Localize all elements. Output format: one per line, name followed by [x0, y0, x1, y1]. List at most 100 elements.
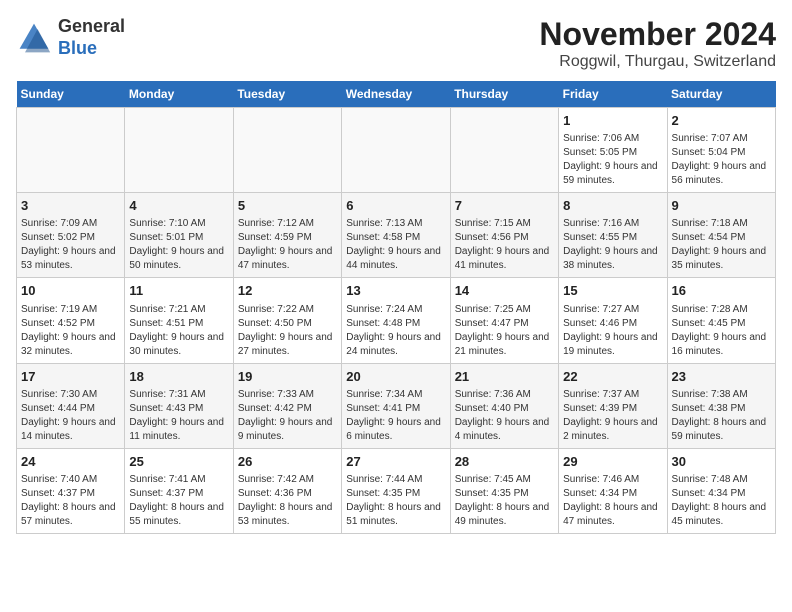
day-info: Sunrise: 7:38 AM Sunset: 4:38 PM Dayligh…	[672, 388, 771, 444]
calendar-cell: 9Sunrise: 7:18 AM Sunset: 4:54 PM Daylig…	[667, 193, 775, 278]
day-number: 11	[129, 282, 228, 300]
logo-blue: Blue	[58, 38, 125, 60]
day-info: Sunrise: 7:06 AM Sunset: 5:05 PM Dayligh…	[563, 132, 662, 188]
day-info: Sunrise: 7:15 AM Sunset: 4:56 PM Dayligh…	[455, 217, 554, 273]
weekday-header-tuesday: Tuesday	[233, 81, 341, 108]
day-number: 1	[563, 112, 662, 130]
calendar-cell: 1 Sunrise: 7:06 AM Sunset: 5:05 PM Daylig…	[559, 108, 667, 193]
day-number: 17	[21, 368, 120, 386]
day-number: 28	[455, 453, 554, 471]
weekday-header-saturday: Saturday	[667, 81, 775, 108]
calendar-week-row: 3Sunrise: 7:09 AM Sunset: 5:02 PM Daylig…	[17, 193, 776, 278]
calendar-week-row: 1 Sunrise: 7:06 AM Sunset: 5:05 PM Daylig…	[17, 108, 776, 193]
day-info: Sunrise: 7:27 AM Sunset: 4:46 PM Dayligh…	[563, 303, 662, 359]
logo: General Blue	[16, 16, 125, 59]
weekday-header-row: SundayMondayTuesdayWednesdayThursdayFrid…	[17, 81, 776, 108]
calendar-cell	[450, 108, 558, 193]
weekday-header-thursday: Thursday	[450, 81, 558, 108]
day-number: 7	[455, 197, 554, 215]
day-number: 19	[238, 368, 337, 386]
day-info: Sunrise: 7:28 AM Sunset: 4:45 PM Dayligh…	[672, 303, 771, 359]
day-info: Sunrise: 7:12 AM Sunset: 4:59 PM Dayligh…	[238, 217, 337, 273]
day-number: 24	[21, 453, 120, 471]
calendar-cell: 24 Sunrise: 7:40 AM Sunset: 4:37 PM Dayli…	[17, 448, 125, 533]
calendar-cell: 25 Sunrise: 7:41 AM Sunset: 4:37 PM Dayli…	[125, 448, 233, 533]
day-info: Sunrise: 7:34 AM Sunset: 4:41 PM Dayligh…	[346, 388, 445, 444]
calendar-cell: 5 Sunrise: 7:12 AM Sunset: 4:59 PM Daylig…	[233, 193, 341, 278]
day-info: Sunrise: 7:46 AM Sunset: 4:34 PM Dayligh…	[563, 473, 662, 529]
day-info: Sunrise: 7:13 AM Sunset: 4:58 PM Dayligh…	[346, 217, 445, 273]
day-info: Sunrise: 7:25 AM Sunset: 4:47 PM Dayligh…	[455, 303, 554, 359]
calendar-header: SundayMondayTuesdayWednesdayThursdayFrid…	[17, 81, 776, 108]
day-info: Sunrise: 7:48 AM Sunset: 4:34 PM Dayligh…	[672, 473, 771, 529]
calendar-cell: 30 Sunrise: 7:48 AM Sunset: 4:34 PM Dayli…	[667, 448, 775, 533]
day-number: 23	[672, 368, 771, 386]
day-number: 5	[238, 197, 337, 215]
calendar-cell: 29 Sunrise: 7:46 AM Sunset: 4:34 PM Dayli…	[559, 448, 667, 533]
calendar-cell: 13 Sunrise: 7:24 AM Sunset: 4:48 PM Dayli…	[342, 278, 450, 363]
calendar-cell: 20 Sunrise: 7:34 AM Sunset: 4:41 PM Dayli…	[342, 363, 450, 448]
day-number: 2	[672, 112, 771, 130]
calendar-cell: 3Sunrise: 7:09 AM Sunset: 5:02 PM Daylig…	[17, 193, 125, 278]
calendar-week-row: 24 Sunrise: 7:40 AM Sunset: 4:37 PM Dayli…	[17, 448, 776, 533]
calendar-body: 1 Sunrise: 7:06 AM Sunset: 5:05 PM Daylig…	[17, 108, 776, 534]
calendar-cell: 10Sunrise: 7:19 AM Sunset: 4:52 PM Dayli…	[17, 278, 125, 363]
calendar-cell: 7 Sunrise: 7:15 AM Sunset: 4:56 PM Daylig…	[450, 193, 558, 278]
day-number: 18	[129, 368, 228, 386]
calendar-cell: 28 Sunrise: 7:45 AM Sunset: 4:35 PM Dayli…	[450, 448, 558, 533]
weekday-header-monday: Monday	[125, 81, 233, 108]
day-info: Sunrise: 7:24 AM Sunset: 4:48 PM Dayligh…	[346, 303, 445, 359]
day-info: Sunrise: 7:10 AM Sunset: 5:01 PM Dayligh…	[129, 217, 228, 273]
day-number: 15	[563, 282, 662, 300]
day-info: Sunrise: 7:33 AM Sunset: 4:42 PM Dayligh…	[238, 388, 337, 444]
day-info: Sunrise: 7:44 AM Sunset: 4:35 PM Dayligh…	[346, 473, 445, 529]
calendar-week-row: 10Sunrise: 7:19 AM Sunset: 4:52 PM Dayli…	[17, 278, 776, 363]
calendar-cell: 14 Sunrise: 7:25 AM Sunset: 4:47 PM Dayli…	[450, 278, 558, 363]
calendar-cell: 2 Sunrise: 7:07 AM Sunset: 5:04 PM Daylig…	[667, 108, 775, 193]
title-area: November 2024 Roggwil, Thurgau, Switzerl…	[539, 16, 776, 71]
calendar-cell: 11 Sunrise: 7:21 AM Sunset: 4:51 PM Dayli…	[125, 278, 233, 363]
day-number: 27	[346, 453, 445, 471]
calendar-cell	[125, 108, 233, 193]
weekday-header-sunday: Sunday	[17, 81, 125, 108]
day-info: Sunrise: 7:41 AM Sunset: 4:37 PM Dayligh…	[129, 473, 228, 529]
calendar-cell: 17 Sunrise: 7:30 AM Sunset: 4:44 PM Dayli…	[17, 363, 125, 448]
day-number: 30	[672, 453, 771, 471]
month-title: November 2024	[539, 16, 776, 53]
calendar-cell: 16 Sunrise: 7:28 AM Sunset: 4:45 PM Dayli…	[667, 278, 775, 363]
logo-general: General	[58, 16, 125, 38]
day-number: 20	[346, 368, 445, 386]
location-title: Roggwil, Thurgau, Switzerland	[539, 53, 776, 71]
day-number: 21	[455, 368, 554, 386]
calendar-cell	[17, 108, 125, 193]
calendar-table: SundayMondayTuesdayWednesdayThursdayFrid…	[16, 81, 776, 534]
day-number: 4	[129, 197, 228, 215]
calendar-cell: 23 Sunrise: 7:38 AM Sunset: 4:38 PM Dayli…	[667, 363, 775, 448]
calendar-week-row: 17 Sunrise: 7:30 AM Sunset: 4:44 PM Dayli…	[17, 363, 776, 448]
day-info: Sunrise: 7:21 AM Sunset: 4:51 PM Dayligh…	[129, 303, 228, 359]
day-number: 16	[672, 282, 771, 300]
day-number: 25	[129, 453, 228, 471]
weekday-header-wednesday: Wednesday	[342, 81, 450, 108]
calendar-cell: 26Sunrise: 7:42 AM Sunset: 4:36 PM Dayli…	[233, 448, 341, 533]
calendar-cell	[233, 108, 341, 193]
weekday-header-friday: Friday	[559, 81, 667, 108]
day-number: 13	[346, 282, 445, 300]
day-number: 29	[563, 453, 662, 471]
day-info: Sunrise: 7:40 AM Sunset: 4:37 PM Dayligh…	[21, 473, 120, 529]
day-info: Sunrise: 7:45 AM Sunset: 4:35 PM Dayligh…	[455, 473, 554, 529]
day-info: Sunrise: 7:22 AM Sunset: 4:50 PM Dayligh…	[238, 303, 337, 359]
calendar-cell: 22Sunrise: 7:37 AM Sunset: 4:39 PM Dayli…	[559, 363, 667, 448]
day-number: 9	[672, 197, 771, 215]
logo-text: General Blue	[58, 16, 125, 59]
day-number: 26	[238, 453, 337, 471]
day-info: Sunrise: 7:30 AM Sunset: 4:44 PM Dayligh…	[21, 388, 120, 444]
day-number: 8	[563, 197, 662, 215]
day-number: 14	[455, 282, 554, 300]
calendar-cell: 6Sunrise: 7:13 AM Sunset: 4:58 PM Daylig…	[342, 193, 450, 278]
calendar-cell: 12Sunrise: 7:22 AM Sunset: 4:50 PM Dayli…	[233, 278, 341, 363]
day-info: Sunrise: 7:07 AM Sunset: 5:04 PM Dayligh…	[672, 132, 771, 188]
calendar-cell: 4 Sunrise: 7:10 AM Sunset: 5:01 PM Daylig…	[125, 193, 233, 278]
day-number: 10	[21, 282, 120, 300]
day-info: Sunrise: 7:37 AM Sunset: 4:39 PM Dayligh…	[563, 388, 662, 444]
